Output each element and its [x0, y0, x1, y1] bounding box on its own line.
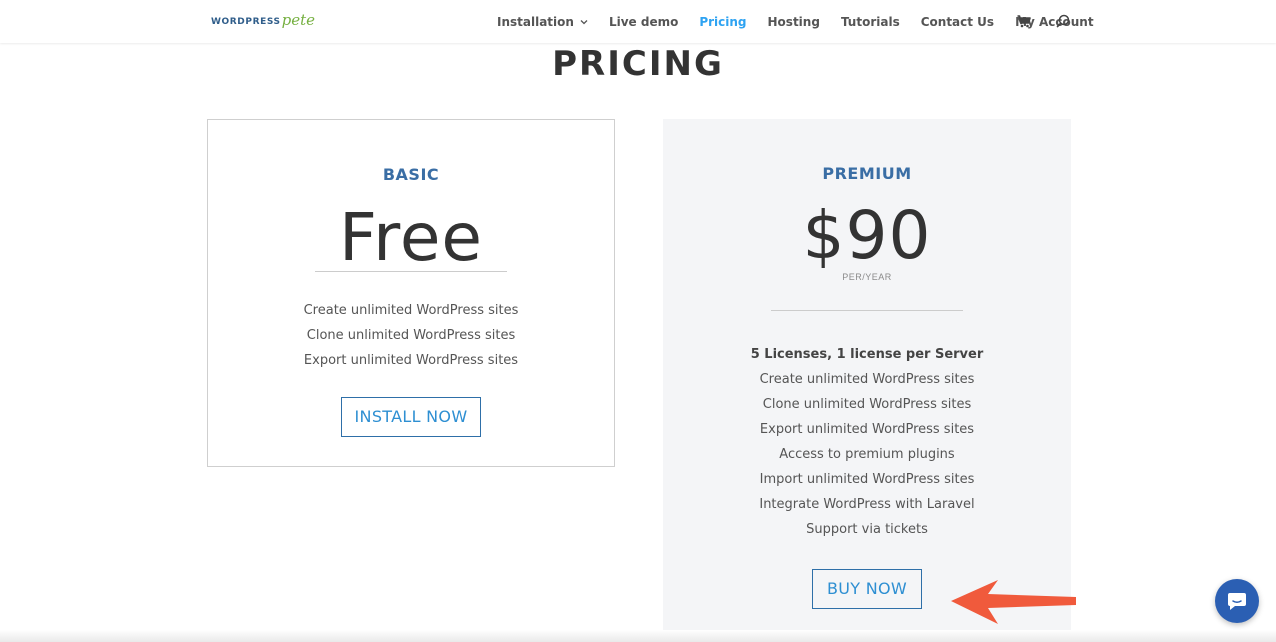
chat-icon: [1228, 593, 1246, 610]
nav-item-label: Contact Us: [920, 14, 995, 29]
logo-text-main: WORDPRESS: [211, 17, 281, 27]
plan-price: $90: [802, 197, 932, 274]
plan-name: BASIC: [382, 165, 440, 184]
nav-item-hosting[interactable]: Hosting: [768, 15, 820, 29]
nav-item-label: Live demo: [608, 14, 679, 29]
nav-item-live-demo[interactable]: Live demo: [609, 15, 678, 29]
logo-text-accent: pete: [281, 11, 316, 29]
page-title: PRICING: [552, 44, 724, 84]
plan-name: PREMIUM: [822, 164, 912, 183]
pricing-card-premium: PREMIUM $90 PER/YEAR 5 Licenses, 1 licen…: [663, 119, 1071, 642]
nav-item-label: Pricing: [699, 14, 747, 29]
feature-item: Integrate WordPress with Laravel: [759, 497, 975, 512]
feature-item: Export unlimited WordPress sites: [303, 353, 519, 368]
chevron-down-icon: [580, 19, 588, 24]
feature-list: 5 Licenses, 1 license per Server Create …: [663, 342, 1071, 542]
chat-widget-button[interactable]: [1215, 579, 1259, 623]
site-logo[interactable]: WORDPRESS pete: [211, 10, 315, 34]
nav-item-label: Tutorials: [840, 14, 900, 29]
feature-item: Support via tickets: [806, 522, 928, 537]
page-bottom-edge: [0, 630, 1276, 642]
feature-item: Create unlimited WordPress sites: [303, 303, 519, 318]
feature-item-licenses: 5 Licenses, 1 license per Server: [750, 347, 984, 362]
install-now-button[interactable]: INSTALL NOW: [341, 397, 481, 437]
feature-item: Export unlimited WordPress sites: [759, 422, 975, 437]
feature-item: Import unlimited WordPress sites: [759, 472, 975, 487]
feature-item: Create unlimited WordPress sites: [759, 372, 975, 387]
plan-price: Free: [338, 199, 484, 276]
nav-item-label: Hosting: [767, 14, 820, 29]
site-header: WORDPRESS pete Installation Live demo Pr…: [0, 0, 1276, 43]
feature-list: Create unlimited WordPress sites Clone u…: [208, 298, 614, 373]
feature-item: Access to premium plugins: [779, 447, 955, 462]
search-icon[interactable]: [1056, 14, 1070, 28]
nav-item-contact-us[interactable]: Contact Us: [921, 15, 994, 29]
arrow-left-icon: [951, 580, 1076, 624]
pricing-card-basic: BASIC Free Create unlimited WordPress si…: [207, 119, 615, 467]
feature-item: Clone unlimited WordPress sites: [306, 328, 516, 343]
nav-item-pricing[interactable]: Pricing: [699, 15, 746, 29]
cart-icon[interactable]: [1017, 14, 1031, 28]
feature-item: Clone unlimited WordPress sites: [762, 397, 972, 412]
nav-item-installation[interactable]: Installation: [497, 15, 588, 29]
price-divider: [771, 310, 963, 311]
buy-now-button[interactable]: BUY NOW: [812, 569, 922, 609]
nav-item-label: Installation: [497, 14, 574, 29]
nav-item-tutorials[interactable]: Tutorials: [841, 15, 900, 29]
price-period: PER/YEAR: [842, 272, 892, 282]
